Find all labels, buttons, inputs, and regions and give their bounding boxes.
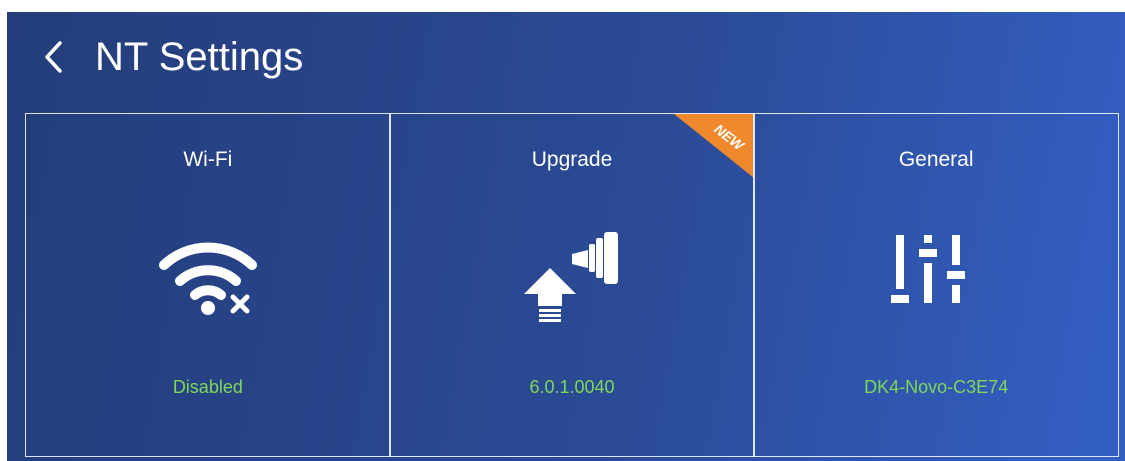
wifi-card-title: Wi-Fi [183, 148, 233, 171]
page-title: NT Settings [95, 35, 304, 79]
upgrade-card[interactable]: NEW Upgrade 6.0.1.0040 [389, 113, 755, 457]
upgrade-card-title: Upgrade [531, 148, 613, 171]
settings-screen: NT Settings Wi-Fi Disabled NEW Upgrade 6… [7, 12, 1125, 461]
back-button[interactable] [33, 32, 73, 82]
device-name: DK4-Novo-C3E74 [864, 377, 1009, 397]
general-card-title: General [898, 148, 974, 171]
upgrade-icon [524, 232, 618, 322]
wifi-off-icon [158, 242, 257, 315]
chevron-left-icon [45, 41, 62, 73]
general-card[interactable]: General DK4-Novo-C3E74 [753, 113, 1120, 457]
wifi-card[interactable]: Wi-Fi Disabled [25, 113, 391, 457]
wifi-status: Disabled [172, 377, 243, 397]
settings-cards: Wi-Fi Disabled NEW Upgrade 6.0.1.0040 Ge… [25, 113, 1120, 457]
header: NT Settings [7, 12, 1125, 108]
sliders-icon [891, 235, 966, 303]
upgrade-version: 6.0.1.0040 [529, 377, 615, 397]
